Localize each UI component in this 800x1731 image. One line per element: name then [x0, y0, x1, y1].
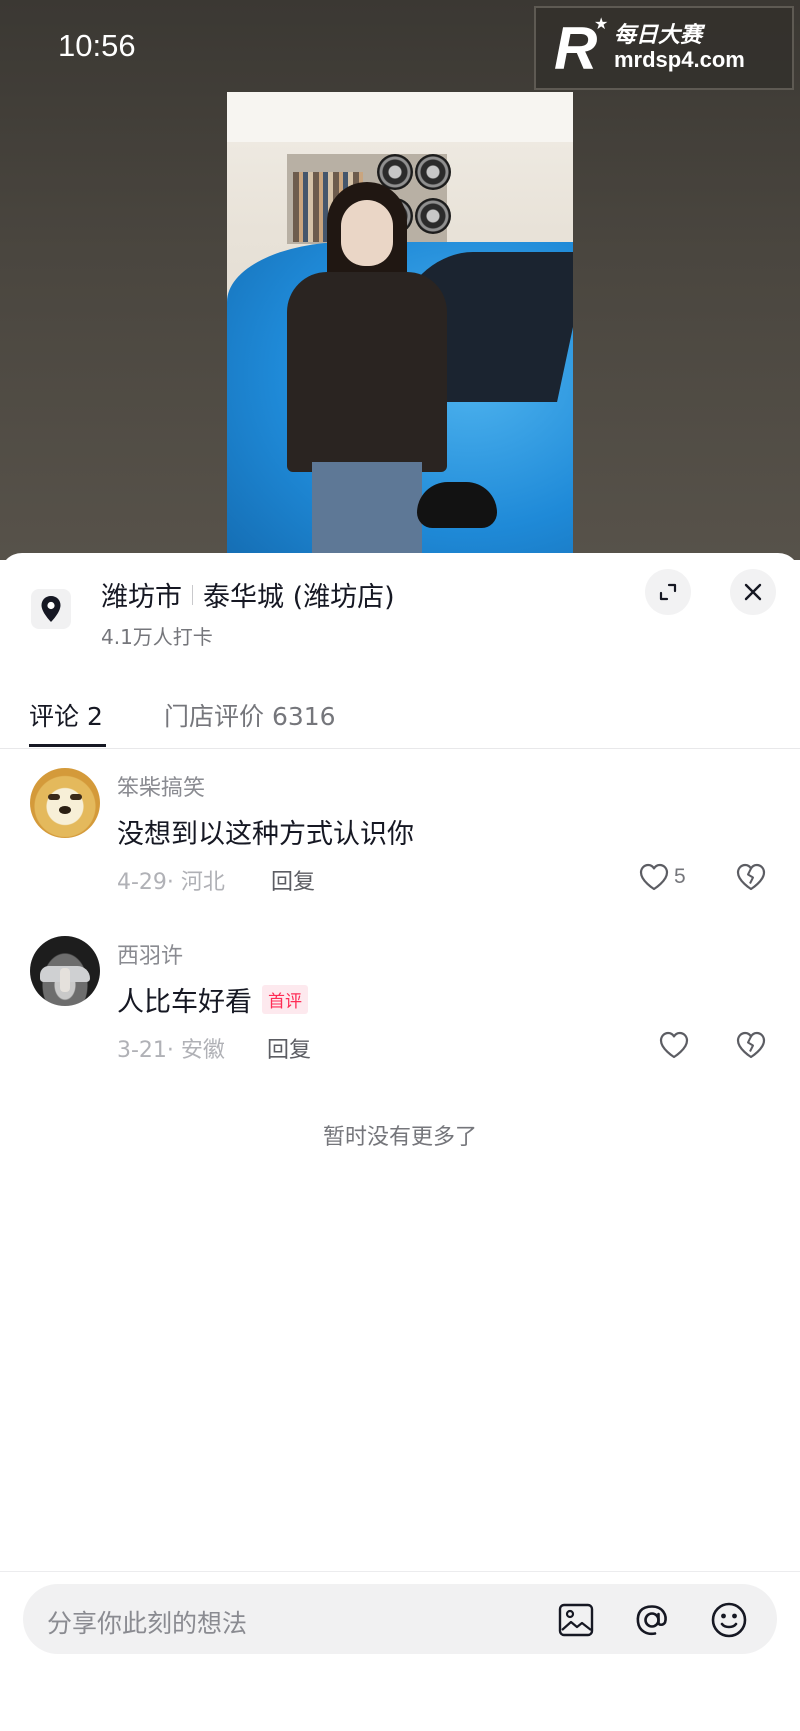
- close-button[interactable]: [730, 569, 776, 615]
- like-button[interactable]: [658, 1030, 690, 1060]
- close-icon: [744, 583, 762, 601]
- comment-item: 西羽许 人比车好看 首评 3-21· 安徽 回复: [0, 936, 800, 1086]
- like-button[interactable]: 5: [638, 862, 686, 892]
- first-comment-badge: 首评: [262, 985, 308, 1014]
- watermark-brand: 每日大赛: [614, 22, 703, 48]
- comment-input-placeholder: 分享你此刻的想法: [47, 1609, 248, 1638]
- tab-comments[interactable]: 评论 2: [29, 697, 103, 733]
- tab-store-reviews[interactable]: 门店评价 6316: [164, 697, 336, 733]
- video-frame-image[interactable]: [227, 92, 573, 560]
- status-bar-time: 10:56: [58, 28, 136, 63]
- like-count: 5: [674, 865, 686, 888]
- comment-username[interactable]: 笨柴搞笑: [117, 770, 205, 802]
- star-icon: ★: [594, 14, 609, 33]
- active-tab-indicator: [29, 744, 106, 747]
- heart-icon: [639, 863, 669, 891]
- avatar[interactable]: [30, 768, 100, 838]
- end-of-list-text: 暂时没有更多了: [322, 1125, 477, 1150]
- broken-heart-icon: [736, 863, 766, 891]
- comment-item: 笨柴搞笑 没想到以这种方式认识你 4-29· 河北 回复 5: [0, 768, 800, 918]
- location-divider: [192, 584, 193, 605]
- image-icon[interactable]: [556, 1600, 596, 1640]
- expand-icon: [659, 583, 677, 601]
- watermark-logo-mark: R ★: [554, 14, 609, 82]
- comment-text[interactable]: 没想到以这种方式认识你: [117, 812, 414, 851]
- video-background[interactable]: 10:56 R ★ 每日大赛 mrdsp4.com: [0, 0, 800, 560]
- location-city: 潍坊市: [101, 582, 182, 613]
- heart-icon: [659, 1031, 689, 1059]
- emoji-icon[interactable]: [709, 1600, 749, 1640]
- comment-username[interactable]: 西羽许: [117, 938, 183, 970]
- comment-input[interactable]: 分享你此刻的想法: [23, 1584, 777, 1654]
- dislike-button[interactable]: [735, 862, 767, 896]
- watermark-logo: R ★ 每日大赛 mrdsp4.com: [534, 6, 794, 90]
- location-title[interactable]: 潍坊市 泰华城 (潍坊店): [101, 575, 395, 614]
- reply-button[interactable]: 回复: [271, 864, 315, 896]
- avatar[interactable]: [30, 936, 100, 1006]
- reply-button[interactable]: 回复: [267, 1032, 311, 1064]
- location-pin-icon: [31, 589, 71, 629]
- comment-input-bar: 分享你此刻的想法: [0, 1571, 800, 1731]
- watermark-url: mrdsp4.com: [614, 47, 745, 72]
- comments-sheet: 潍坊市 泰华城 (潍坊店) 4.1万人打卡 评论 2 门店评价 6316 笨柴搞…: [0, 553, 800, 1731]
- comment-meta: 4-29· 河北: [117, 870, 225, 895]
- broken-heart-icon: [736, 1031, 766, 1059]
- dislike-button[interactable]: [735, 1030, 767, 1064]
- expand-button[interactable]: [645, 569, 691, 615]
- location-checkins: 4.1万人打卡: [101, 625, 213, 649]
- at-icon[interactable]: [632, 1600, 672, 1640]
- tab-bar: 评论 2 门店评价 6316: [0, 661, 800, 749]
- location-place: 泰华城 (潍坊店): [203, 582, 395, 613]
- comment-meta: 3-21· 安徽: [117, 1038, 225, 1063]
- comment-text[interactable]: 人比车好看 首评: [117, 980, 308, 1019]
